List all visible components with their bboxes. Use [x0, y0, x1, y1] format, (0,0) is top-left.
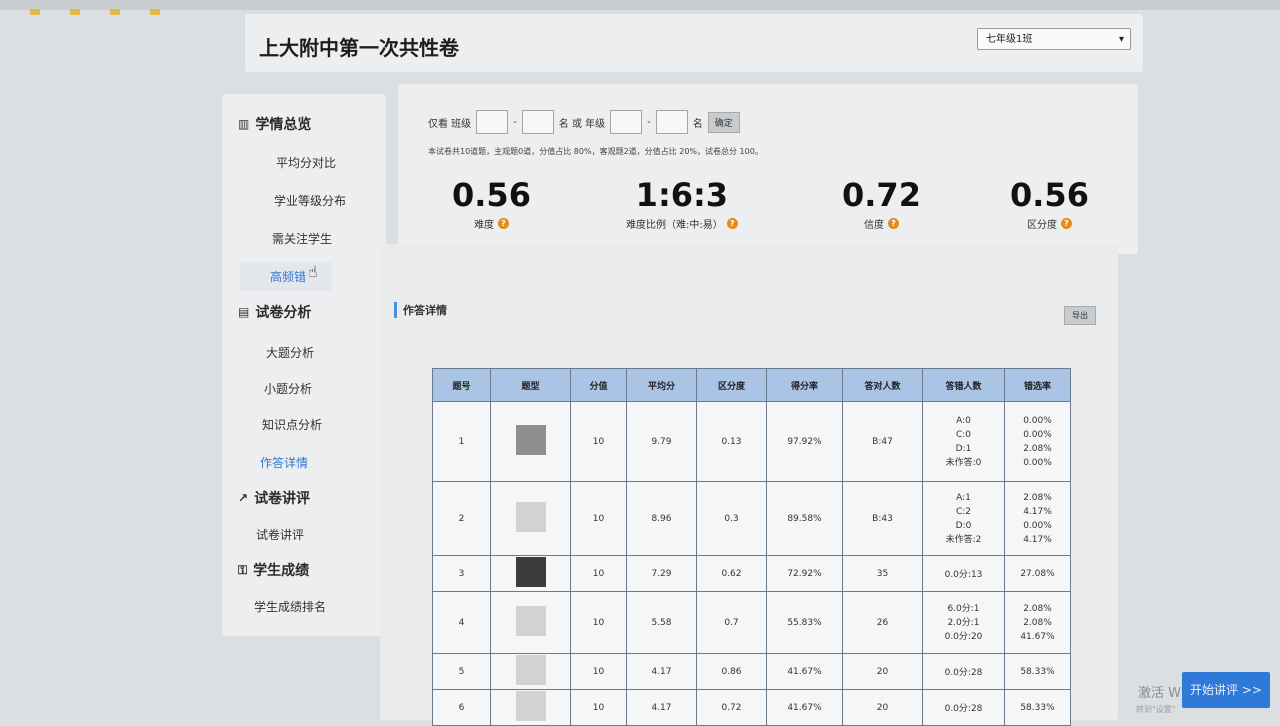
class-rank-to-input[interactable] — [521, 110, 554, 134]
lock-icon: ⚿ — [238, 562, 248, 577]
table-row: 3 10 7.29 0.62 72.92% 35 0.0分:13 27.08% — [432, 555, 1071, 592]
class-select[interactable]: 七年级1班 ▾ — [977, 28, 1131, 50]
stat-discrimination: 0.56 区分度? — [1010, 176, 1089, 231]
windows-activation-watermark: 激活 Wi — [1138, 686, 1185, 701]
sidebar-item-knowledge-point[interactable]: 知识点分析 — [262, 416, 322, 433]
page-title: 上大附中第一次共性卷 — [259, 36, 459, 60]
question-type-thumbnail — [490, 481, 571, 556]
grade-rank-to-input[interactable] — [655, 110, 688, 134]
stat-difficulty: 0.56 难度? — [452, 176, 531, 231]
page-header: 上大附中第一次共性卷 七年级1班 ▾ — [245, 14, 1143, 72]
help-icon[interactable]: ? — [887, 218, 899, 229]
sidebar-item-grade-distribution[interactable]: 学业等级分布 — [274, 192, 346, 209]
document-icon: ▤ — [238, 305, 250, 319]
rank-filter: 仅看 班级 - 名 或 年级 - 名 确定 — [428, 110, 740, 134]
sidebar-item-major-question[interactable]: 大题分析 — [266, 344, 314, 361]
help-icon[interactable]: ? — [1060, 218, 1072, 229]
start-review-button[interactable]: 开始讲评 >> — [1182, 672, 1270, 708]
column-header[interactable]: 答错人数 — [922, 368, 1005, 402]
column-header[interactable]: 区分度 — [696, 368, 767, 402]
answer-detail-panel: 作答详情 导出 题号 题型 分值 平均分 区分度 得分率 答对人数 答错人数 错… — [380, 244, 1118, 726]
sidebar-item-paper-review[interactable]: 试卷讲评 — [256, 526, 304, 543]
sidebar-item-frequent-errors[interactable]: 高频错 — [240, 262, 333, 291]
question-type-thumbnail — [490, 401, 571, 482]
table-row: 1 10 9.79 0.13 97.92% B:47 A:0 C:0 D:1 未作答:… — [432, 401, 1071, 482]
column-header[interactable]: 答对人数 — [842, 368, 923, 402]
stat-reliability: 0.72 信度? — [842, 176, 921, 231]
table-header-row: 题号 题型 分值 平均分 区分度 得分率 答对人数 答错人数 错选率 — [432, 368, 1071, 402]
table-row: 5 10 4.17 0.86 41.67% 20 0.0分:28 58.33% — [432, 653, 1071, 690]
sidebar: ▥ 学情总览 平均分对比 学业等级分布 需关注学生 高频错 ☝ ▤ 试卷分析 大… — [222, 94, 386, 636]
class-select-value: 七年级1班 — [986, 34, 1033, 45]
table-row: 4 10 5.58 0.7 55.83% 26 6.0分:1 2.0分:1 0.0分… — [432, 591, 1071, 654]
chevron-down-icon: ▾ — [1118, 34, 1124, 45]
question-type-thumbnail — [490, 689, 571, 726]
question-type-thumbnail — [490, 653, 571, 690]
confirm-button[interactable]: 确定 — [707, 111, 740, 133]
table-row: 6 10 4.17 0.72 41.67% 20 0.0分:28 58.33% — [432, 689, 1071, 726]
summary-panel: 仅看 班级 - 名 或 年级 - 名 确定 本试卷共10道题，主观题0道，分值占… — [398, 84, 1138, 254]
sidebar-item-score-ranking[interactable]: 学生成绩排名 — [254, 598, 326, 615]
sidebar-item-answer-detail[interactable]: 作答详情 — [260, 454, 308, 471]
column-header[interactable]: 错选率 — [1004, 368, 1071, 402]
sidebar-section-student-scores[interactable]: ⚿ 学生成绩 — [238, 560, 309, 580]
column-header[interactable]: 分值 — [570, 368, 627, 402]
summary-note: 本试卷共10道题，主观题0道，分值占比 80%，客观题2道，分值占比 20%，试… — [428, 147, 763, 156]
help-icon[interactable]: ? — [497, 218, 509, 229]
table-row: 2 10 8.96 0.3 89.58% B:43 A:1 C:2 D:0 未作答:2… — [432, 481, 1071, 556]
section-title: 作答详情 — [394, 302, 447, 318]
answer-detail-table: 题号 题型 分值 平均分 区分度 得分率 答对人数 答错人数 错选率 1 10 … — [432, 368, 1071, 726]
sidebar-section-paper-analysis[interactable]: ▤ 试卷分析 — [238, 302, 311, 322]
help-icon[interactable]: ? — [726, 218, 738, 229]
question-type-thumbnail — [490, 555, 571, 592]
bar-chart-icon: ▥ — [238, 117, 250, 131]
sidebar-item-average[interactable]: 平均分对比 — [276, 154, 336, 171]
class-rank-from-input[interactable] — [476, 110, 509, 134]
export-button[interactable]: 导出 — [1064, 306, 1096, 325]
column-header[interactable]: 平均分 — [626, 368, 697, 402]
grade-rank-from-input[interactable] — [610, 110, 643, 134]
column-header[interactable]: 题号 — [432, 368, 491, 402]
question-type-thumbnail — [490, 591, 571, 654]
sidebar-section-overview[interactable]: ▥ 学情总览 — [238, 114, 311, 134]
sidebar-item-attention-students[interactable]: 需关注学生 — [272, 230, 332, 247]
column-header[interactable]: 题型 — [490, 368, 571, 402]
hand-cursor-icon: ☝ — [308, 262, 318, 281]
sidebar-section-paper-review[interactable]: ↗ 试卷讲评 — [238, 488, 310, 508]
stat-difficulty-ratio: 1:6:3 难度比例（难:中:易）? — [626, 176, 738, 231]
line-chart-icon: ↗ — [238, 491, 249, 505]
sidebar-item-minor-question[interactable]: 小题分析 — [264, 380, 312, 397]
windows-activation-subtext: 转到"设置" — [1136, 705, 1176, 714]
column-header[interactable]: 得分率 — [766, 368, 843, 402]
browser-toolbar-strip — [0, 0, 1280, 15]
